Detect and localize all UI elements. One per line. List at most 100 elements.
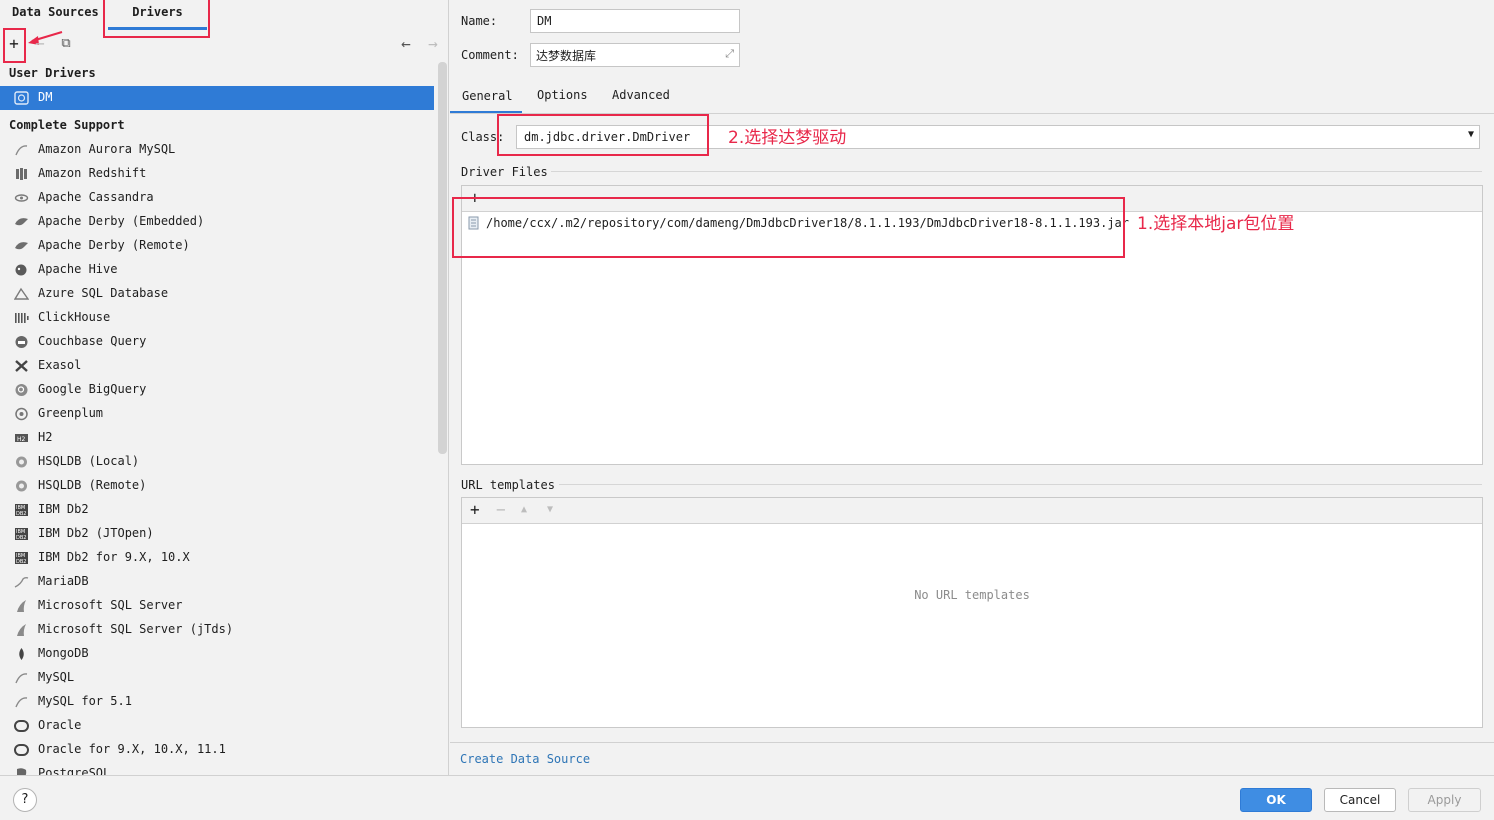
exasol-icon xyxy=(15,360,28,372)
hsqldb-icon xyxy=(16,456,27,468)
sidebar-scrollbar[interactable] xyxy=(438,62,447,454)
driver-item[interactable]: Exasol xyxy=(0,354,434,378)
url-templates-divider xyxy=(559,484,1482,485)
driver-label: IBM Db2 for 9.X, 10.X xyxy=(38,550,190,564)
driver-label: PostgreSQL xyxy=(38,766,111,775)
tab-data-sources[interactable]: Data Sources xyxy=(12,0,99,30)
forward-button[interactable]: → xyxy=(422,33,444,55)
remove-url-button[interactable]: − xyxy=(496,500,506,519)
comment-value: 达梦数据库 xyxy=(536,49,597,63)
oracle-icon xyxy=(14,720,29,732)
driver-item[interactable]: IBM DB2 IBM Db2 xyxy=(0,498,434,522)
tab-advanced[interactable]: Advanced xyxy=(612,88,670,102)
driver-item[interactable]: PostgreSQL xyxy=(0,762,434,775)
driver-item[interactable]: MongoDB xyxy=(0,642,434,666)
driver-item[interactable]: Greenplum xyxy=(0,402,434,426)
driver-item[interactable]: Couchbase Query xyxy=(0,330,434,354)
driver-item[interactable]: Oracle xyxy=(0,714,434,738)
driver-label: DM xyxy=(38,90,53,104)
driver-item[interactable]: MySQL xyxy=(0,666,434,690)
redshift-icon xyxy=(16,168,27,180)
expand-icon[interactable]: ⤢ xyxy=(725,47,734,61)
annotation-select-driver: 2.选择达梦驱动 xyxy=(728,128,847,148)
driver-item[interactable]: Apache Hive xyxy=(0,258,434,282)
driver-label: Microsoft SQL Server xyxy=(38,598,183,612)
greenplum-icon xyxy=(15,407,28,421)
duplicate-driver-button[interactable]: ⧉ xyxy=(55,33,77,55)
driver-item[interactable]: Azure SQL Database xyxy=(0,282,434,306)
svg-text:DB2: DB2 xyxy=(16,535,26,541)
driver-label: Amazon Aurora MySQL xyxy=(38,142,176,156)
driver-item[interactable]: Amazon Aurora MySQL xyxy=(0,138,434,162)
driver-files-divider xyxy=(551,171,1482,172)
derby-icon xyxy=(15,218,28,226)
dialog-footer: ? OK Cancel Apply xyxy=(0,775,1494,820)
name-field[interactable]: DM xyxy=(530,9,740,33)
help-icon: ? xyxy=(21,792,29,807)
driver-item[interactable]: MySQL for 5.1 xyxy=(0,690,434,714)
driver-item[interactable]: HSQLDB (Local) xyxy=(0,450,434,474)
remove-driver-button[interactable]: − xyxy=(29,33,51,55)
svg-text:DB2: DB2 xyxy=(16,511,26,517)
driver-item[interactable]: Apache Derby (Remote) xyxy=(0,234,434,258)
driver-item[interactable]: Google BigQuery xyxy=(0,378,434,402)
add-url-button[interactable]: + xyxy=(470,500,480,519)
drivers-sidebar: Data Sources Drivers + − ⧉ ← → User Driv… xyxy=(0,0,449,775)
dolphin-icon xyxy=(15,145,28,156)
driver-label: MongoDB xyxy=(38,646,89,660)
hsqldb-icon xyxy=(16,480,27,492)
driver-item[interactable]: Microsoft SQL Server (jTds) xyxy=(0,618,434,642)
ibm-icon: IBMDB2 xyxy=(15,528,28,541)
create-data-source-link[interactable]: Create Data Source xyxy=(460,752,590,766)
bottom-divider xyxy=(450,742,1494,743)
driver-item[interactable]: Apache Derby (Embedded) xyxy=(0,210,434,234)
name-label: Name: xyxy=(461,14,498,28)
comment-field[interactable]: 达梦数据库 ⤢ xyxy=(530,43,740,67)
derby-icon xyxy=(15,242,28,250)
driver-label: ClickHouse xyxy=(38,310,111,324)
driver-item[interactable]: Apache Cassandra xyxy=(0,186,434,210)
tab-general[interactable]: General xyxy=(450,84,522,114)
comment-label: Comment: xyxy=(461,48,519,62)
cancel-button[interactable]: Cancel xyxy=(1324,788,1396,812)
driver-item[interactable]: MariaDB xyxy=(0,570,434,594)
apply-button[interactable]: Apply xyxy=(1408,788,1481,812)
driver-item[interactable]: Microsoft SQL Server xyxy=(0,594,434,618)
couchbase-icon xyxy=(15,336,28,348)
driver-item[interactable]: HSQLDB (Remote) xyxy=(0,474,434,498)
driver-label: MySQL xyxy=(38,670,75,684)
tab-data-sources-label: Data Sources xyxy=(12,5,99,19)
driver-item-dm[interactable]: DM xyxy=(0,86,434,110)
move-up-icon[interactable]: ▲ xyxy=(521,504,527,515)
driver-item[interactable]: Oracle for 9.X, 10.X, 11.1 xyxy=(0,738,434,762)
driver-label: Google BigQuery xyxy=(38,382,147,396)
postgres-icon xyxy=(17,768,27,775)
driver-label: HSQLDB (Local) xyxy=(38,454,140,468)
back-button[interactable]: ← xyxy=(395,33,417,55)
cassandra-icon xyxy=(14,194,29,202)
ok-button[interactable]: OK xyxy=(1240,788,1312,812)
driver-label: Apache Derby (Remote) xyxy=(38,238,190,252)
azure-icon xyxy=(14,287,29,300)
no-url-templates-text: No URL templates xyxy=(914,588,1030,602)
minus-icon: − xyxy=(35,34,45,53)
driver-item[interactable]: ClickHouse xyxy=(0,306,434,330)
driver-item[interactable]: IBM DB2 IBM Db2 (JTOpen) xyxy=(0,522,434,546)
tab-advanced-label: Advanced xyxy=(612,88,670,102)
tab-options[interactable]: Options xyxy=(537,88,588,102)
driver-label: IBM Db2 (JTOpen) xyxy=(38,526,154,540)
hive-icon xyxy=(15,264,27,276)
ibm-icon: IBMDB2 xyxy=(15,552,28,565)
driver-item[interactable]: Amazon Redshift xyxy=(0,162,434,186)
driver-label: Oracle xyxy=(38,718,82,732)
driver-label: Amazon Redshift xyxy=(38,166,147,180)
driver-item[interactable]: IBM DB2 IBM Db2 for 9.X, 10.X xyxy=(0,546,434,570)
svg-text:H2: H2 xyxy=(17,436,26,443)
url-templates-panel: + − ▲ ▼ No URL templates xyxy=(461,497,1483,728)
help-button[interactable]: ? xyxy=(13,788,37,812)
mongodb-icon xyxy=(19,648,24,660)
driver-item[interactable]: H2 H2 xyxy=(0,426,434,450)
driver-label: Greenplum xyxy=(38,406,104,420)
dm-icon xyxy=(14,91,29,105)
move-down-icon[interactable]: ▼ xyxy=(547,504,553,515)
